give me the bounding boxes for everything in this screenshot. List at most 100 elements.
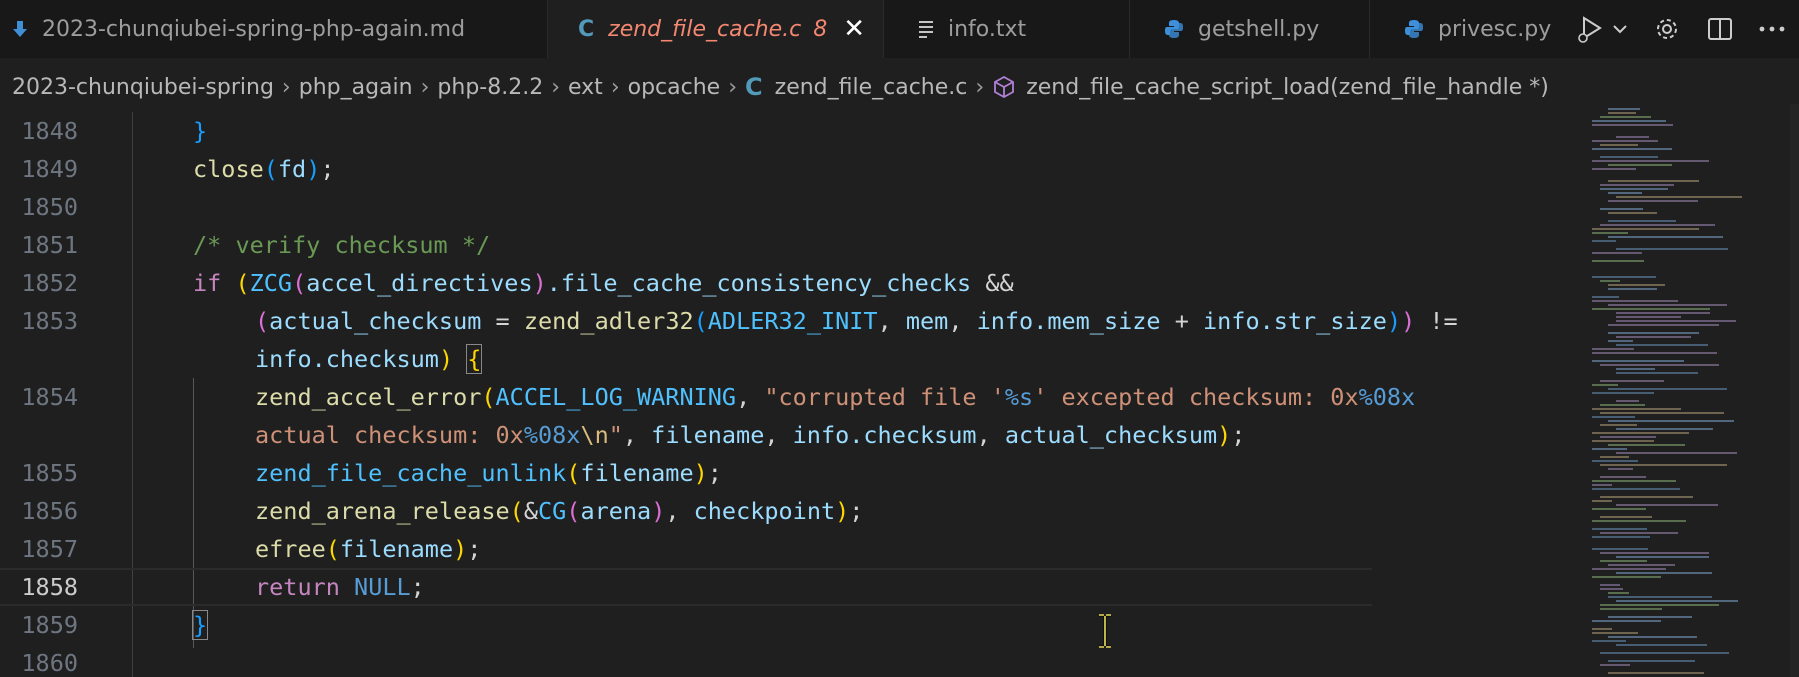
minimap-line <box>1600 436 1656 438</box>
minimap-line <box>1608 660 1695 662</box>
breadcrumb-item[interactable]: php_again <box>299 75 413 100</box>
minimap-line <box>1600 664 1630 666</box>
c-file-icon: C <box>578 16 595 42</box>
minimap-line <box>1616 336 1691 338</box>
minimap-line <box>1608 332 1699 334</box>
minimap-line <box>1592 640 1626 642</box>
minimap-line <box>1592 460 1638 462</box>
breadcrumb-item[interactable]: opcache <box>628 75 721 100</box>
minimap-line <box>1592 360 1684 362</box>
minimap-line <box>1592 148 1672 150</box>
minimap-line <box>1616 452 1737 454</box>
minimap-line <box>1592 484 1612 486</box>
vertical-scrollbar[interactable] <box>1790 104 1799 677</box>
code-line: zend_file_cache_unlink(filename); <box>255 459 722 487</box>
minimap-line <box>1608 200 1698 202</box>
tab-getshell-py[interactable]: getshell.py <box>1130 0 1370 58</box>
minimap-line <box>1592 120 1666 122</box>
minimap-line <box>1600 532 1678 534</box>
minimap-line <box>1592 528 1647 530</box>
tab-zend-file-cache[interactable]: C zend_file_cache.c 8 ✕ <box>548 0 884 58</box>
minimap[interactable] <box>1586 104 1790 677</box>
breadcrumb-item[interactable]: ext <box>568 75 603 100</box>
minimap-line <box>1592 620 1661 622</box>
breadcrumb-file[interactable]: C zend_file_cache.c <box>745 73 967 101</box>
breadcrumb-symbol[interactable]: zend_file_cache_script_load(zend_file_ha… <box>992 75 1549 100</box>
gear-icon[interactable] <box>1653 15 1681 43</box>
minimap-line <box>1592 576 1661 578</box>
minimap-line <box>1616 556 1709 558</box>
minimap-line <box>1608 596 1712 598</box>
minimap-line <box>1608 564 1675 566</box>
minimap-line <box>1592 140 1658 142</box>
minimap-line <box>1592 168 1636 170</box>
breadcrumb: 2023-chunqiubei-spring › php_again › php… <box>0 58 1799 116</box>
minimap-line <box>1616 320 1736 322</box>
minimap-line <box>1592 448 1627 450</box>
minimap-line <box>1600 224 1715 226</box>
minimap-line <box>1600 552 1709 554</box>
run-debug-icon[interactable] <box>1575 14 1605 44</box>
minimap-line <box>1608 288 1657 290</box>
minimap-line <box>1592 348 1634 350</box>
text-cursor-icon <box>1099 614 1111 648</box>
minimap-line <box>1600 652 1729 654</box>
minimap-line <box>1616 196 1742 198</box>
editor-tab-bar: 2023-chunqiubei-spring-php-again.md C ze… <box>0 0 1799 58</box>
minimap-line <box>1616 572 1712 574</box>
python-icon <box>1404 19 1424 39</box>
minimap-line <box>1608 236 1723 238</box>
chevron-down-icon[interactable] <box>1613 24 1627 34</box>
minimap-line <box>1608 340 1633 342</box>
code-line: efree(filename); <box>255 535 482 563</box>
minimap-line <box>1592 480 1676 482</box>
minimap-line <box>1600 464 1727 466</box>
minimap-line <box>1600 456 1629 458</box>
markdown-icon <box>12 19 28 39</box>
minimap-line <box>1592 296 1619 298</box>
minimap-line <box>1592 308 1710 310</box>
chevron-right-icon: › <box>728 74 738 100</box>
tab-label: 2023-chunqiubei-spring-php-again.md <box>42 16 466 42</box>
minimap-line <box>1600 516 1652 518</box>
minimap-line <box>1616 248 1728 250</box>
minimap-line <box>1600 144 1638 146</box>
text-file-icon <box>918 20 934 38</box>
minimap-line <box>1592 500 1612 502</box>
more-icon[interactable] <box>1759 25 1785 33</box>
tab-markdown-file[interactable]: 2023-chunqiubei-spring-php-again.md <box>0 0 548 58</box>
tab-label: privesc.py <box>1438 16 1552 42</box>
minimap-line <box>1608 388 1727 390</box>
minimap-line <box>1608 164 1672 166</box>
code-line: /* verify checksum */ <box>193 231 491 259</box>
minimap-line <box>1592 228 1699 230</box>
breadcrumb-item[interactable]: 2023-chunqiubei-spring <box>12 75 274 100</box>
tab-label: getshell.py <box>1198 16 1320 42</box>
minimap-line <box>1608 304 1727 306</box>
code-line: info.checksum) { <box>255 344 483 374</box>
tab-label: zend_file_cache.c <box>608 16 802 42</box>
minimap-line <box>1616 600 1738 602</box>
minimap-line <box>1600 380 1664 382</box>
minimap-line <box>1600 364 1719 366</box>
minimap-line <box>1592 432 1689 434</box>
code-line: } <box>191 610 209 640</box>
tab-info-txt[interactable]: info.txt <box>884 0 1130 58</box>
code-editor[interactable]: 1848 1849 1850 1851 1852 1853 1854 1855 … <box>0 112 1582 677</box>
minimap-line <box>1592 488 1680 490</box>
code-lines: } close(fd); /* verify checksum */ if (Z… <box>0 112 1582 677</box>
minimap-line <box>1592 352 1717 354</box>
split-editor-icon[interactable] <box>1707 16 1733 42</box>
breadcrumb-item[interactable]: php-8.2.2 <box>437 75 543 100</box>
minimap-line <box>1592 160 1709 162</box>
minimap-line <box>1592 416 1635 418</box>
close-tab-icon[interactable]: ✕ <box>843 14 865 44</box>
minimap-line <box>1608 592 1629 594</box>
minimap-line <box>1600 208 1643 210</box>
minimap-line <box>1608 672 1704 674</box>
minimap-line <box>1592 384 1618 386</box>
minimap-line <box>1600 156 1658 158</box>
minimap-line <box>1600 184 1674 186</box>
